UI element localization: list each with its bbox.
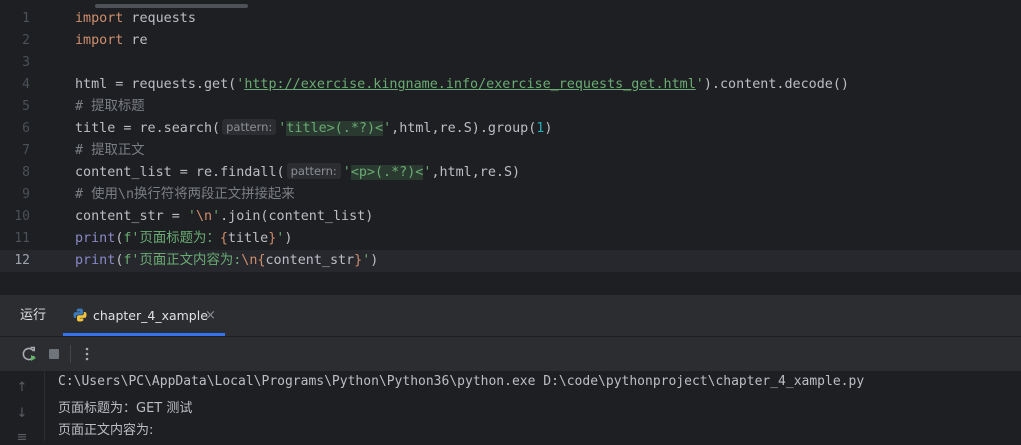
fstring-literal: f'页面标题为： [123,231,220,246]
line-number: 6 [22,121,30,136]
run-tool-window-title[interactable]: 运行 [20,296,46,336]
line-number-current: 12 [14,253,30,268]
parameter-hint: pattern: [286,163,341,179]
code-line[interactable]: import requests [75,8,1021,30]
code-line-current[interactable]: print(f'页面正文内容为:\n{content_str}') [75,250,1021,272]
code-text: title = re.search( [75,121,221,136]
scroll-down-icon[interactable]: ↓ [15,407,29,421]
code-line[interactable]: content_list = re.findall(pattern: '<p>(.… [75,162,1021,184]
console-line: 页面标题为：GET 测试 [58,401,193,416]
builtin-print: print [75,231,116,246]
escape-sequence: \n [195,209,213,224]
console-line: C:\Users\PC\AppData\Local\Programs\Pytho… [58,374,865,389]
line-number: 7 [22,143,30,158]
run-tool-window-header: 运行 chapter_4_xample × [0,296,1021,336]
string-quote: ' [342,165,351,180]
string-quote: ' [383,121,392,136]
code-editor[interactable]: 1 2 3 4 5 6 7 8 9 10 11 12 import reques… [0,0,1021,295]
line-number: 1 [22,11,30,26]
toolbar-separator [70,345,71,363]
string-literal: ' [187,209,196,224]
code-text: ) [544,121,553,136]
regex-string: <p>(.*?)< [350,165,424,180]
console-output[interactable]: ↑ ↓ ≡ C:\Users\PC\AppData\Local\Programs… [0,371,1021,445]
line-number: 4 [22,77,30,92]
keyword-import: import [75,33,124,48]
fstring-literal: f'页面正文内容为: [123,253,242,268]
code-text: ,html,re.S).group( [391,121,537,136]
code-comment[interactable]: # 提取正文 [75,140,1021,162]
scroll-up-icon[interactable]: ↑ [15,381,29,395]
close-icon[interactable]: × [205,296,216,336]
run-toolbar [0,336,1021,371]
line-number: 9 [22,187,30,202]
escape-sequence: \n [241,253,258,268]
builtin-print: print [75,253,116,268]
stop-icon[interactable] [46,346,62,362]
code-text: ) [284,231,293,246]
code-text: content_str = [75,209,188,224]
line-number: 10 [14,209,30,224]
console-sidebar: ↑ ↓ ≡ [0,371,45,445]
string-quote: ' [695,77,704,92]
code-line[interactable]: print(f'页面标题为：{title}') [75,228,1021,250]
code-text: html = requests.get( [75,77,237,92]
fstring-brace: { [219,231,228,246]
python-icon [73,308,87,322]
code-line[interactable] [75,52,1021,74]
code-text: ,html,re.S) [431,165,521,180]
code-text: content_list = re.findall( [75,165,285,180]
line-number-gutter: 1 2 3 4 5 6 7 8 9 10 11 12 [0,8,60,272]
line-number: 2 [22,33,30,48]
url-link[interactable]: http://exercise.kingname.info/exercise_r… [244,77,695,92]
code-area[interactable]: import requests import re html = request… [75,8,1021,272]
rerun-icon[interactable] [21,346,37,362]
code-text: ).content.decode() [703,77,849,92]
code-text: ) [370,253,379,268]
code-text: .join(content_list) [220,209,374,224]
code-comment[interactable]: # 提取标题 [75,96,1021,118]
soft-wrap-icon[interactable]: ≡ [15,431,29,445]
line-number: 3 [22,55,30,70]
fstring-variable: content_str [265,253,355,268]
console-line: 页面正文内容为: [58,423,154,438]
run-config-tab[interactable]: chapter_4_xample × [63,296,225,336]
code-text: requests [123,11,196,26]
line-number: 8 [22,165,30,180]
code-comment[interactable]: # 使用\n换行符将两段正文拼接起来 [75,184,1021,206]
line-number: 5 [22,99,30,114]
code-line[interactable]: title = re.search(pattern:'title>(.*?)<'… [75,118,1021,140]
code-text: re [123,33,148,48]
parameter-hint: pattern: [222,119,277,135]
code-line[interactable]: html = requests.get( 'http://exercise.kin… [75,74,1021,96]
string-literal: ' [212,209,221,224]
fstring-variable: title [227,231,269,246]
code-line[interactable]: import re [75,30,1021,52]
keyword-import: import [75,11,124,26]
code-line[interactable]: content_str = '\n'.join(content_list) [75,206,1021,228]
regex-string: title>(.*?)< [286,121,384,136]
line-number: 11 [14,231,30,246]
run-config-tab-label: chapter_4_xample [93,308,208,323]
more-options-icon[interactable] [79,346,95,362]
